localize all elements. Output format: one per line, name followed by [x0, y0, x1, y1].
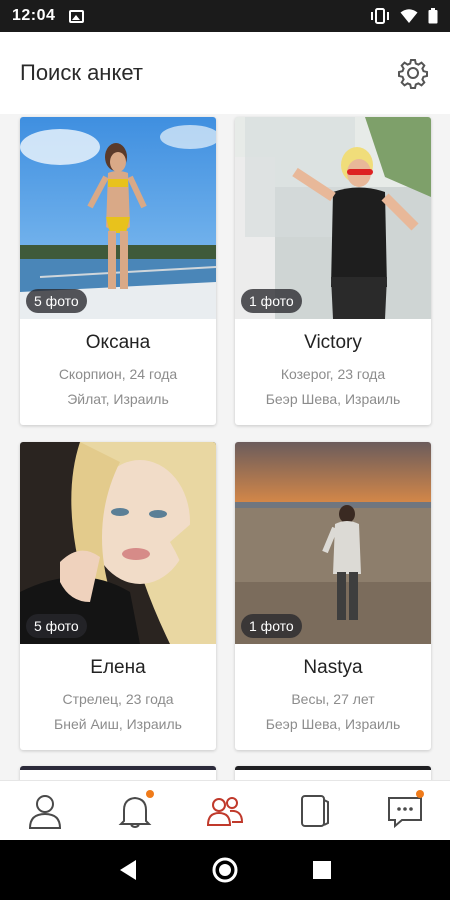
people-icon	[206, 796, 244, 826]
vibrate-icon	[371, 8, 389, 24]
profile-card[interactable]	[20, 766, 216, 780]
profile-photo: 5 фото	[20, 117, 216, 319]
image-icon	[69, 9, 85, 23]
message-badge	[416, 789, 424, 798]
home-icon	[212, 857, 238, 883]
nav-messages[interactable]	[380, 786, 430, 836]
profile-photo: 5 фото	[20, 442, 216, 644]
notification-badge	[146, 789, 154, 798]
profile-name: Оксана	[85, 332, 151, 353]
recents-icon	[312, 861, 331, 879]
profile-location: Беэр Шева, Израиль	[265, 716, 401, 732]
app-header: Поиск анкет	[0, 32, 450, 114]
profile-sign-age: Козерог, 23 года	[280, 366, 386, 382]
profile-grid: 5 фото Оксана Скорпион, 24 года Эйлат, И…	[0, 114, 450, 780]
profile-location: Беэр Шева, Израиль	[265, 391, 401, 407]
cards-icon	[301, 794, 329, 827]
back-button[interactable]	[108, 850, 148, 890]
wifi-icon	[400, 8, 418, 23]
profile-sign-age: Стрелец, 23 года	[62, 691, 174, 707]
nav-profile[interactable]	[20, 786, 70, 836]
page-title: Поиск анкет	[20, 60, 143, 85]
photo-count-badge: 5 фото	[26, 614, 87, 638]
profile-photo	[20, 766, 216, 770]
nav-notifications[interactable]	[110, 786, 160, 836]
profile-sign-age: Скорпион, 24 года	[58, 366, 178, 382]
home-button[interactable]	[205, 850, 245, 890]
nav-search[interactable]	[200, 786, 250, 836]
profile-location: Эйлат, Израиль	[67, 391, 169, 407]
gear-icon	[398, 59, 428, 89]
status-bar: 12:04	[0, 0, 450, 32]
profile-card[interactable]: 5 фото Оксана Скорпион, 24 года Эйлат, И…	[20, 117, 216, 425]
photo-count-badge: 5 фото	[26, 289, 87, 313]
profile-name: Nastya	[303, 657, 363, 678]
profile-card[interactable]: 5 фото Елена Стрелец, 23 года Бней Аиш, …	[20, 442, 216, 750]
profile-card[interactable]	[235, 766, 431, 780]
chat-icon	[388, 796, 422, 828]
back-icon	[120, 860, 137, 880]
bell-icon	[118, 796, 152, 828]
photo-count-badge: 1 фото	[241, 614, 302, 638]
bottom-nav	[0, 780, 450, 840]
profile-card[interactable]: 1 фото Nastya Весы, 27 лет Беэр Шева, Из…	[235, 442, 431, 750]
nav-cards[interactable]	[290, 786, 340, 836]
photo-count-badge: 1 фото	[241, 289, 302, 313]
profile-name: Елена	[90, 657, 146, 678]
profile-photo	[235, 766, 431, 770]
status-icons	[370, 8, 438, 24]
profile-card[interactable]: 1 фото Victory Козерог, 23 года Беэр Шев…	[235, 117, 431, 425]
profile-photo: 1 фото	[235, 442, 431, 644]
status-time: 12:04	[12, 7, 56, 24]
recents-button[interactable]	[302, 850, 342, 890]
profile-icon	[28, 794, 62, 829]
profile-location: Бней Аиш, Израиль	[54, 716, 182, 732]
profile-sign-age: Весы, 27 лет	[291, 691, 375, 707]
profile-name: Victory	[304, 332, 362, 353]
battery-icon	[428, 8, 438, 24]
profile-photo: 1 фото	[235, 117, 431, 319]
android-nav-bar	[0, 840, 450, 900]
settings-button[interactable]	[396, 56, 430, 90]
